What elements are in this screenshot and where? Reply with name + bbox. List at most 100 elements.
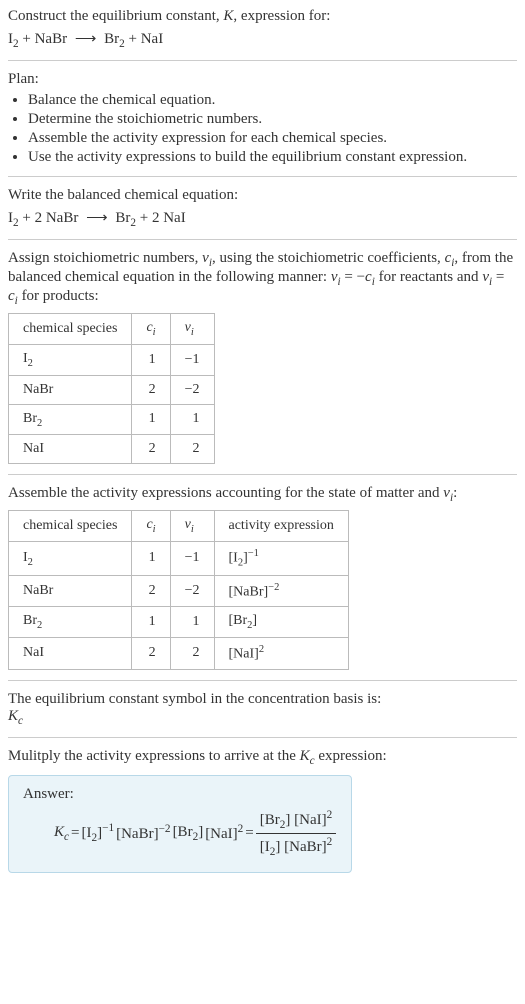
cell-species: Br2 xyxy=(9,607,132,638)
cell-c: 1 xyxy=(132,607,170,638)
separator xyxy=(8,737,517,738)
table-header-row: chemical species ci νi activity expressi… xyxy=(9,511,349,542)
cell-nu: 2 xyxy=(170,638,214,670)
table-row: NaI 2 2 [NaI]2 xyxy=(9,638,349,670)
table-header-row: chemical species ci νi xyxy=(9,314,215,345)
species-Br2: Br2 xyxy=(104,31,125,47)
activity-block: Assemble the activity expressions accoun… xyxy=(8,485,517,669)
multiply-text: Mulitply the activity expressions to arr… xyxy=(8,748,300,764)
eq: = − xyxy=(341,269,365,285)
assign-block: Assign stoichiometric numbers, νi, using… xyxy=(8,250,517,464)
final-expression: Kc = [I2]−1 [NaBr]−2 [Br2] [NaI]2 = [Br2… xyxy=(23,809,337,858)
title-text: Construct the equilibrium constant, xyxy=(8,8,223,24)
plus: + xyxy=(128,31,136,47)
cell-nu: −2 xyxy=(170,575,214,607)
species-NaBr: NaBr xyxy=(46,210,79,226)
answer-box: Answer: Kc = [I2]−1 [NaBr]−2 [Br2] [NaI]… xyxy=(8,775,352,873)
th-c: ci xyxy=(132,314,170,345)
plan-item: Determine the stoichiometric numbers. xyxy=(28,111,517,128)
balanced-block: Write the balanced chemical equation: I2… xyxy=(8,187,517,229)
species-Br2: Br2 xyxy=(115,210,136,226)
cell-c: 2 xyxy=(132,575,170,607)
species-NaI: NaI xyxy=(141,31,164,47)
cell-activity: [NaBr]−2 xyxy=(214,575,348,607)
assign-text: Assign stoichiometric numbers, xyxy=(8,250,202,266)
coef: 2 xyxy=(152,210,160,226)
separator xyxy=(8,239,517,240)
table-row: NaBr 2 −2 [NaBr]−2 xyxy=(9,575,349,607)
balanced-label: Write the balanced chemical equation: xyxy=(8,187,517,204)
th-c: ci xyxy=(132,511,170,542)
plan-item: Assemble the activity expression for eac… xyxy=(28,130,517,147)
plus: + xyxy=(22,210,30,226)
term: [I2]−1 xyxy=(81,822,114,844)
activity-table: chemical species ci νi activity expressi… xyxy=(8,510,349,669)
cell-c: 1 xyxy=(132,344,170,375)
cell-species: NaI xyxy=(9,638,132,670)
cell-nu: 1 xyxy=(170,404,214,435)
cell-species: NaBr xyxy=(9,575,132,607)
species-I2: I2 xyxy=(8,210,19,226)
th-species: chemical species xyxy=(9,314,132,345)
eq: = xyxy=(71,825,79,842)
th-nu: νi xyxy=(170,314,214,345)
c-symbol: c xyxy=(8,288,15,304)
Kc-symbol: Kc xyxy=(8,708,517,727)
cell-species: I2 xyxy=(9,344,132,375)
separator xyxy=(8,474,517,475)
cell-nu: −1 xyxy=(170,344,214,375)
cell-species: I2 xyxy=(9,542,132,575)
cell-c: 1 xyxy=(132,404,170,435)
fraction-denominator: [I2] [NaBr]2 xyxy=(256,834,336,858)
multiply-text-end: expression: xyxy=(315,748,387,764)
separator xyxy=(8,60,517,61)
nu-symbol: ν xyxy=(482,269,489,285)
Kc-symbol: Kc xyxy=(300,748,315,764)
nu-symbol: ν xyxy=(443,485,450,501)
th-nu: νi xyxy=(170,511,214,542)
answer-label: Answer: xyxy=(23,786,337,803)
cell-c: 1 xyxy=(132,542,170,575)
plan-item: Balance the chemical equation. xyxy=(28,92,517,109)
activity-label: Assemble the activity expressions accoun… xyxy=(8,485,443,501)
activity-label-end: : xyxy=(453,485,457,501)
multiply-block: Mulitply the activity expressions to arr… xyxy=(8,748,517,873)
table-row: I2 1 −1 xyxy=(9,344,215,375)
term: [NaI]2 xyxy=(205,823,243,843)
symbol-block: The equilibrium constant symbol in the c… xyxy=(8,691,517,727)
cell-nu: −1 xyxy=(170,542,214,575)
species-NaBr: NaBr xyxy=(35,31,68,47)
cell-activity: [NaI]2 xyxy=(214,638,348,670)
nu-symbol: ν xyxy=(202,250,209,266)
eq: = xyxy=(492,269,504,285)
cell-activity: [Br2] xyxy=(214,607,348,638)
symbol-line: The equilibrium constant symbol in the c… xyxy=(8,691,517,708)
species-I2: I2 xyxy=(8,31,19,47)
stoichiometry-table: chemical species ci νi I2 1 −1 NaBr 2 −2… xyxy=(8,313,215,464)
cell-nu: −2 xyxy=(170,375,214,404)
cell-c: 2 xyxy=(132,375,170,404)
Kc: Kc xyxy=(54,824,69,843)
cell-activity: [I2]−1 xyxy=(214,542,348,575)
plan-label: Plan: xyxy=(8,71,517,88)
term: [NaBr]−2 xyxy=(116,823,170,843)
table-row: Br2 1 1 [Br2] xyxy=(9,607,349,638)
title-rest: , expression for: xyxy=(233,8,330,24)
th-activity: activity expression xyxy=(214,511,348,542)
arrow-icon: ⟶ xyxy=(82,210,112,226)
table-row: NaBr 2 −2 xyxy=(9,375,215,404)
cell-c: 2 xyxy=(132,638,170,670)
cell-species: NaI xyxy=(9,435,132,464)
plan-list: Balance the chemical equation. Determine… xyxy=(8,92,517,166)
table-row: NaI 2 2 xyxy=(9,435,215,464)
cell-nu: 2 xyxy=(170,435,214,464)
fraction-numerator: [Br2] [NaI]2 xyxy=(256,809,336,834)
reaction-balanced: I2 + 2 NaBr ⟶ Br2 + 2 NaI xyxy=(8,208,517,229)
cell-nu: 1 xyxy=(170,607,214,638)
title-block: Construct the equilibrium constant, K, e… xyxy=(8,8,517,50)
plan-block: Plan: Balance the chemical equation. Det… xyxy=(8,71,517,166)
species-NaI: NaI xyxy=(163,210,186,226)
table-row: I2 1 −1 [I2]−1 xyxy=(9,542,349,575)
plan-item: Use the activity expressions to build th… xyxy=(28,149,517,166)
c-symbol: c xyxy=(365,269,372,285)
